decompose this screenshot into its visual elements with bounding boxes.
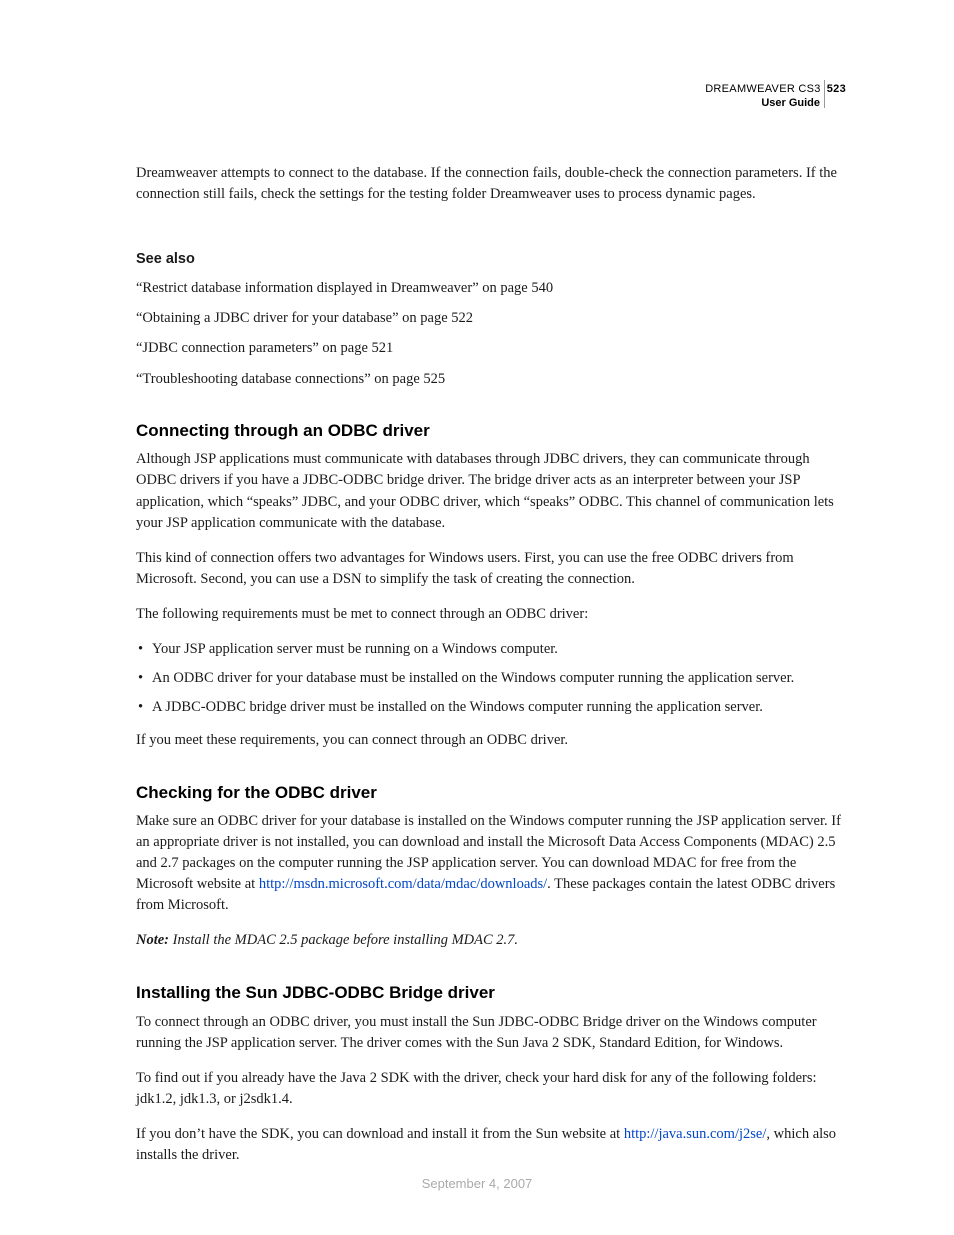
section-heading-checking: Checking for the ODBC driver	[136, 781, 846, 806]
section-heading-bridge: Installing the Sun JDBC-ODBC Bridge driv…	[136, 981, 846, 1006]
list-item: Your JSP application server must be runn…	[136, 639, 846, 660]
list-item: A JDBC-ODBC bridge driver must be instal…	[136, 697, 846, 718]
page-header: DREAMWEAVER CS3523 User Guide	[136, 82, 846, 111]
see-also-item: “Troubleshooting database connections” o…	[136, 369, 846, 389]
body-paragraph: To find out if you already have the Java…	[136, 1068, 846, 1110]
note-label: Note:	[136, 932, 173, 948]
product-name: DREAMWEAVER CS3	[705, 83, 821, 95]
note-paragraph: Note: Install the MDAC 2.5 package befor…	[136, 930, 846, 951]
see-also-item: “Obtaining a JDBC driver for your databa…	[136, 308, 846, 328]
requirements-list: Your JSP application server must be runn…	[136, 639, 846, 718]
see-also-heading: See also	[136, 249, 846, 270]
list-item: An ODBC driver for your database must be…	[136, 668, 846, 689]
body-paragraph: To connect through an ODBC driver, you m…	[136, 1012, 846, 1054]
see-also-item: “JDBC connection parameters” on page 521	[136, 338, 846, 358]
body-paragraph: If you meet these requirements, you can …	[136, 730, 846, 751]
body-paragraph: If you don’t have the SDK, you can downl…	[136, 1124, 846, 1166]
body-paragraph: The following requirements must be met t…	[136, 604, 846, 625]
note-text: Install the MDAC 2.5 package before inst…	[173, 932, 518, 948]
sun-link[interactable]: http://java.sun.com/j2se/	[624, 1126, 767, 1142]
section-heading-odbc: Connecting through an ODBC driver	[136, 419, 846, 444]
msdn-link[interactable]: http://msdn.microsoft.com/data/mdac/down…	[259, 876, 547, 892]
guide-label: User Guide	[136, 96, 846, 110]
body-paragraph: Although JSP applications must communica…	[136, 449, 846, 533]
see-also-item: “Restrict database information displayed…	[136, 278, 846, 298]
footer-date: September 4, 2007	[0, 1176, 954, 1191]
see-also-list: “Restrict database information displayed…	[136, 278, 846, 389]
body-paragraph: This kind of connection offers two advan…	[136, 548, 846, 590]
intro-paragraph: Dreamweaver attempts to connect to the d…	[136, 163, 846, 205]
body-paragraph: Make sure an ODBC driver for your databa…	[136, 811, 846, 916]
